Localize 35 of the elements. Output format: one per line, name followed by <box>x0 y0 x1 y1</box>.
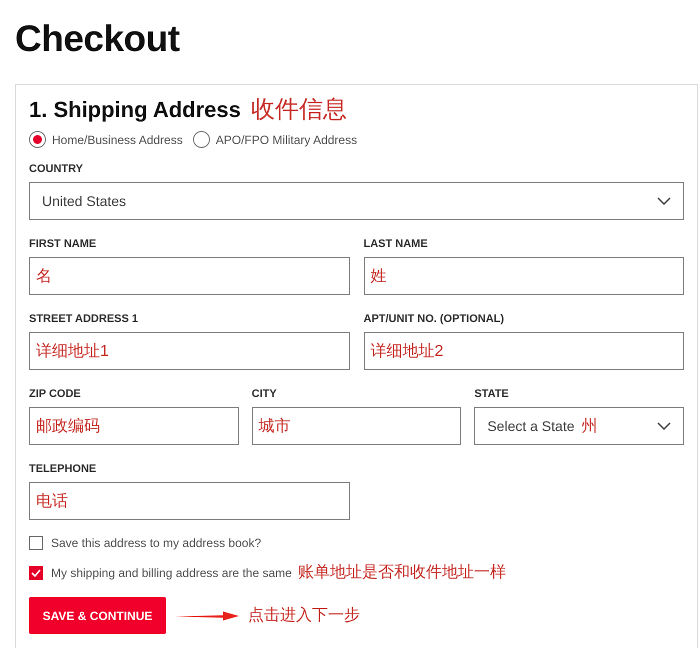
select-field[interactable]: United States <box>29 182 684 220</box>
annotation: 州 <box>582 416 598 436</box>
field-label: APT/UNIT NO. (OPTIONAL) <box>364 312 506 326</box>
input-field[interactable]: 详细地址2 <box>364 332 684 370</box>
select-field[interactable]: Select a State 州 <box>474 407 684 445</box>
input-field[interactable]: 详细地址1 <box>29 332 350 370</box>
field-label: LAST NAME <box>364 237 429 251</box>
checkbox[interactable] <box>29 566 43 580</box>
field-label: ZIP CODE <box>29 387 82 401</box>
radio-button[interactable] <box>29 131 46 148</box>
input-field[interactable]: 邮政编码 <box>29 407 239 445</box>
field-label: STATE <box>474 387 510 401</box>
chevron-down-icon <box>657 422 671 430</box>
annotation: 账单地址是否和收件地址一样 <box>298 562 506 583</box>
input-field[interactable]: 城市 <box>252 407 462 445</box>
chevron-down-icon <box>657 197 671 205</box>
page-title: Checkout <box>14 17 181 60</box>
field-label: CITY <box>252 387 278 401</box>
field-label: FIRST NAME <box>29 237 98 251</box>
field-label: STREET ADDRESS 1 <box>29 312 140 326</box>
annotation: 收件信息 <box>250 95 347 125</box>
radio-button[interactable] <box>192 131 210 148</box>
checkbox-label[interactable]: My shipping and billing address are the same <box>51 566 292 580</box>
checkbox-label[interactable]: Save this address to my address book? <box>51 536 262 550</box>
checkbox[interactable] <box>29 536 43 550</box>
annotation: 点击进入下一步 <box>248 606 360 626</box>
radio-option[interactable]: APO/FPO Military Address <box>192 131 358 148</box>
input-field[interactable]: 电话 <box>29 482 350 520</box>
section-heading: 1. Shipping Address <box>29 96 241 124</box>
field-label: COUNTRY <box>29 162 84 176</box>
radio-option[interactable]: Home/Business Address <box>29 131 183 148</box>
input-field[interactable]: 姓 <box>364 257 684 295</box>
field-label: TELEPHONE <box>29 462 98 476</box>
save-continue-button[interactable]: SAVE & CONTINUE <box>29 597 166 634</box>
input-field[interactable]: 名 <box>29 257 350 295</box>
